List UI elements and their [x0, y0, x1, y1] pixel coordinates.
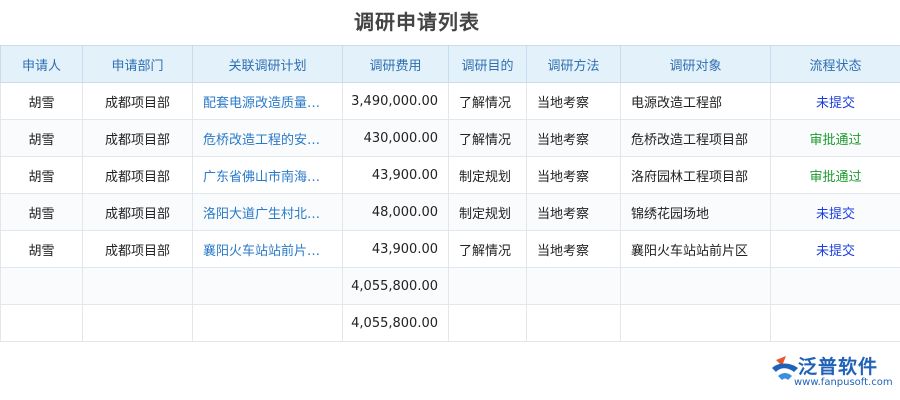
- cell-purpose: 了解情况: [448, 230, 527, 268]
- column-header-cost[interactable]: 调研费用: [342, 45, 449, 83]
- status-badge: 未提交: [770, 230, 900, 268]
- empty-cell: [0, 267, 83, 305]
- table-header-row: 申请人 申请部门 关联调研计划 调研费用 调研目的 调研方法 调研对象 流程状态: [0, 45, 900, 83]
- cell-plan-link[interactable]: 广东省佛山市南海…: [192, 156, 343, 194]
- cell-department: 成都项目部: [82, 82, 193, 120]
- column-header-related-plan[interactable]: 关联调研计划: [192, 45, 343, 83]
- cell-target: 危桥改造工程项目部: [620, 119, 771, 157]
- cell-department: 成都项目部: [82, 156, 193, 194]
- cell-purpose: 了解情况: [448, 82, 527, 120]
- cell-department: 成都项目部: [82, 193, 193, 231]
- status-badge: 未提交: [770, 82, 900, 120]
- empty-cell: [192, 267, 343, 305]
- cell-cost: 430,000.00: [342, 119, 449, 157]
- cell-method: 当地考察: [526, 230, 621, 268]
- cell-department: 成都项目部: [82, 230, 193, 268]
- empty-cell: [82, 267, 193, 305]
- table-row[interactable]: 胡雪 成都项目部 洛阳大道广生村北… 48,000.00 制定规划 当地考察 锦…: [0, 193, 900, 231]
- cell-method: 当地考察: [526, 193, 621, 231]
- column-header-applicant[interactable]: 申请人: [0, 45, 83, 83]
- empty-cell: [770, 267, 900, 305]
- cell-applicant: 胡雪: [0, 230, 83, 268]
- table-row[interactable]: 胡雪 成都项目部 危桥改造工程的安… 430,000.00 了解情况 当地考察 …: [0, 119, 900, 157]
- column-header-target[interactable]: 调研对象: [620, 45, 771, 83]
- brand-name: 泛普软件: [798, 356, 879, 378]
- cell-department: 成都项目部: [82, 119, 193, 157]
- cell-target: 襄阳火车站站前片区: [620, 230, 771, 268]
- table-row[interactable]: 胡雪 成都项目部 广东省佛山市南海… 43,900.00 制定规划 当地考察 洛…: [0, 156, 900, 194]
- subtotal-row: 4,055,800.00: [0, 267, 900, 305]
- empty-cell: [448, 267, 527, 305]
- empty-cell: [620, 304, 771, 342]
- subtotal-cost: 4,055,800.00: [342, 267, 449, 305]
- column-header-purpose[interactable]: 调研目的: [448, 45, 527, 83]
- empty-cell: [192, 304, 343, 342]
- cell-purpose: 制定规划: [448, 156, 527, 194]
- cell-cost: 43,900.00: [342, 230, 449, 268]
- cell-cost: 43,900.00: [342, 156, 449, 194]
- empty-cell: [770, 304, 900, 342]
- empty-cell: [620, 267, 771, 305]
- cell-applicant: 胡雪: [0, 82, 83, 120]
- brand-logo: 泛普软件 www.fanpusoft.com: [768, 352, 893, 392]
- table-row[interactable]: 胡雪 成都项目部 配套电源改造质量… 3,490,000.00 了解情况 当地考…: [0, 82, 900, 120]
- page-title: 调研申请列表: [354, 10, 480, 34]
- cell-method: 当地考察: [526, 82, 621, 120]
- status-badge: 审批通过: [770, 156, 900, 194]
- cell-method: 当地考察: [526, 119, 621, 157]
- cell-applicant: 胡雪: [0, 119, 83, 157]
- column-header-department[interactable]: 申请部门: [82, 45, 193, 83]
- cell-plan-link[interactable]: 危桥改造工程的安…: [192, 119, 343, 157]
- cell-target: 洛府园林工程项目部: [620, 156, 771, 194]
- cell-target: 电源改造工程部: [620, 82, 771, 120]
- cell-cost: 3,490,000.00: [342, 82, 449, 120]
- cell-plan-link[interactable]: 襄阳火车站站前片…: [192, 230, 343, 268]
- cell-purpose: 了解情况: [448, 119, 527, 157]
- column-header-method[interactable]: 调研方法: [526, 45, 621, 83]
- cell-applicant: 胡雪: [0, 193, 83, 231]
- status-badge: 审批通过: [770, 119, 900, 157]
- table-row[interactable]: 胡雪 成都项目部 襄阳火车站站前片… 43,900.00 了解情况 当地考察 襄…: [0, 230, 900, 268]
- cell-plan-link[interactable]: 洛阳大道广生村北…: [192, 193, 343, 231]
- status-badge: 未提交: [770, 193, 900, 231]
- cell-method: 当地考察: [526, 156, 621, 194]
- brand-url: www.fanpusoft.com: [794, 377, 893, 388]
- cell-cost: 48,000.00: [342, 193, 449, 231]
- empty-cell: [448, 304, 527, 342]
- total-cost: 4,055,800.00: [342, 304, 449, 342]
- cell-plan-link[interactable]: 配套电源改造质量…: [192, 82, 343, 120]
- empty-cell: [0, 304, 83, 342]
- empty-cell: [526, 267, 621, 305]
- column-header-status[interactable]: 流程状态: [770, 45, 900, 83]
- cell-target: 锦绣花园场地: [620, 193, 771, 231]
- empty-cell: [526, 304, 621, 342]
- total-row: 4,055,800.00: [0, 304, 900, 342]
- cell-purpose: 制定规划: [448, 193, 527, 231]
- research-application-table: 申请人 申请部门 关联调研计划 调研费用 调研目的 调研方法 调研对象 流程状态…: [0, 45, 900, 342]
- empty-cell: [82, 304, 193, 342]
- cell-applicant: 胡雪: [0, 156, 83, 194]
